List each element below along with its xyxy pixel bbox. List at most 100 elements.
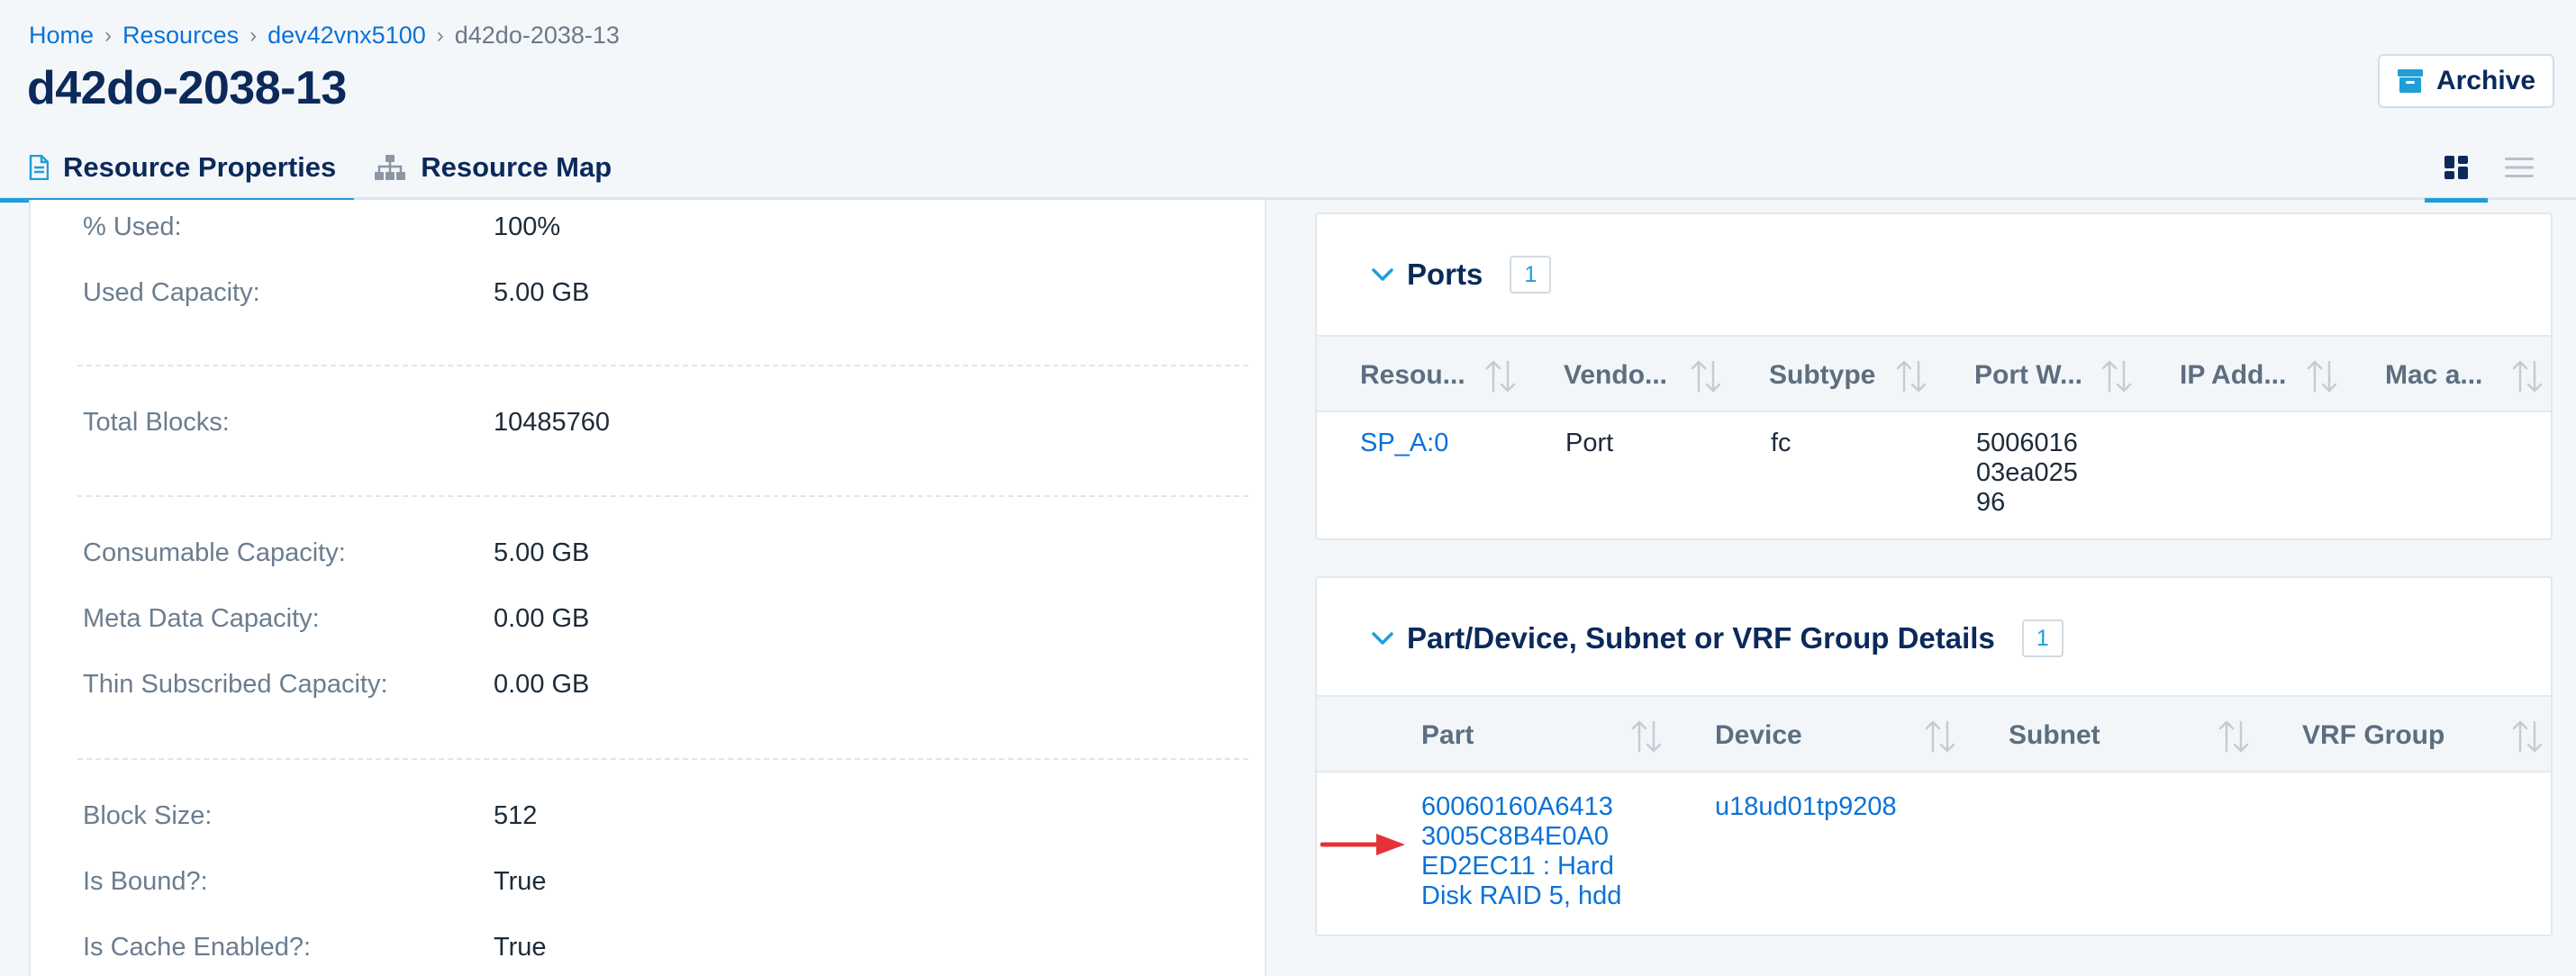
column-label: Part <box>1421 720 1474 750</box>
breadcrumb-resources[interactable]: Resources <box>122 22 239 50</box>
property-row: Total Blocks: 10485760 <box>83 404 1218 440</box>
property-label: Thin Subscribed Capacity: <box>83 669 388 699</box>
column-label: Port W... <box>1974 360 2082 390</box>
sort-icon[interactable] <box>2511 358 2544 394</box>
sort-icon[interactable] <box>1895 358 1927 394</box>
view-toggle <box>2425 135 2551 203</box>
column-header-port-wwn[interactable]: Port W... <box>1974 337 2082 414</box>
column-header-resource[interactable]: Resou... <box>1360 337 1465 414</box>
sort-icon[interactable] <box>2218 718 2250 755</box>
part-device-header[interactable]: Part/Device, Subnet or VRF Group Details… <box>1371 619 2064 657</box>
grid-view-icon <box>2444 156 2468 179</box>
ports-header[interactable]: Ports 1 <box>1371 256 1552 294</box>
section-divider <box>77 495 1248 497</box>
tab-label: Resource Map <box>421 151 612 183</box>
column-header-subnet[interactable]: Subnet <box>2009 697 2100 774</box>
red-arrow-icon <box>1320 834 1405 855</box>
property-row: Block Size: 512 <box>83 798 1218 834</box>
property-value: 5.00 GB <box>494 538 590 567</box>
part-device-card: Part/Device, Subnet or VRF Group Details… <box>1315 576 2553 936</box>
chevron-down-icon <box>1372 632 1393 645</box>
sort-icon[interactable] <box>2100 358 2133 394</box>
column-label: IP Add... <box>2180 360 2287 390</box>
sort-icon[interactable] <box>1690 358 1722 394</box>
sort-icon[interactable] <box>2306 358 2338 394</box>
tab-resource-map[interactable]: Resource Map <box>354 135 630 200</box>
part-cell: 60060160A6413 3005C8B4E0A0 ED2EC11 : Har… <box>1421 792 1621 911</box>
property-label: Is Bound?: <box>83 866 208 896</box>
sort-icon[interactable] <box>1484 358 1517 394</box>
property-label: Is Cache Enabled?: <box>83 932 312 962</box>
column-header-device[interactable]: Device <box>1715 697 1802 774</box>
document-icon <box>29 155 49 180</box>
property-value: 0.00 GB <box>494 603 590 633</box>
wwn-line: 5006016 <box>1976 429 2078 457</box>
section-divider <box>77 758 1248 760</box>
device-cell: u18ud01tp9208 <box>1715 792 1897 822</box>
property-value: 0.00 GB <box>494 669 590 699</box>
sort-icon[interactable] <box>1630 718 1663 755</box>
part-device-title: Part/Device, Subnet or VRF Group Details <box>1407 621 1995 655</box>
breadcrumb-separator: › <box>249 23 258 48</box>
property-label: Meta Data Capacity: <box>83 603 320 633</box>
property-label: Consumable Capacity: <box>83 538 346 567</box>
part-link[interactable]: 60060160A6413 3005C8B4E0A0 ED2EC11 : Har… <box>1421 792 1621 911</box>
breadcrumb-current: d42do-2038-13 <box>454 22 620 49</box>
ports-title: Ports <box>1407 258 1483 291</box>
column-header-vrf-group[interactable]: VRF Group <box>2302 697 2444 774</box>
wwn-line: 03ea025 <box>1976 458 2078 487</box>
column-header-part[interactable]: Part <box>1421 697 1474 774</box>
section-divider <box>77 365 1248 366</box>
property-value: 512 <box>494 800 538 830</box>
property-row: Thin Subscribed Capacity: 0.00 GB <box>83 666 1218 702</box>
column-label: Vendo... <box>1564 360 1668 390</box>
properties-panel: % Used: 100% Used Capacity: 5.00 GB Tota… <box>29 200 1266 976</box>
device-link[interactable]: u18ud01tp9208 <box>1715 792 1897 821</box>
list-view-button[interactable] <box>2488 135 2551 200</box>
ports-count-badge: 1 <box>1510 256 1552 294</box>
archive-button[interactable]: Archive <box>2378 54 2554 108</box>
sort-icon[interactable] <box>2511 718 2544 755</box>
breadcrumb-separator: › <box>436 23 444 48</box>
property-label: Total Blocks: <box>83 407 230 437</box>
port-wwn: 5006016 03ea025 96 <box>1976 429 2078 518</box>
part-device-count-badge: 1 <box>2021 619 2064 657</box>
property-row: Is Bound?: True <box>83 863 1218 899</box>
port-subtype: fc <box>1771 429 1791 457</box>
tab-label: Resource Properties <box>63 151 337 183</box>
column-label: VRF Group <box>2302 720 2445 750</box>
breadcrumb-separator: › <box>104 23 113 48</box>
property-value: True <box>494 866 547 896</box>
column-label: Subtype <box>1769 360 1876 390</box>
property-value: 10485760 <box>494 407 611 437</box>
sitemap-icon <box>375 155 406 180</box>
part-line: Disk RAID 5, hdd <box>1421 881 1622 910</box>
grid-view-button[interactable] <box>2425 135 2488 203</box>
tab-resource-properties[interactable]: Resource Properties <box>0 135 355 203</box>
archive-box-icon <box>2397 69 2423 93</box>
property-label: Block Size: <box>83 800 213 830</box>
column-header-vendor[interactable]: Vendo... <box>1564 337 1667 414</box>
chevron-down-icon <box>1372 268 1393 281</box>
part-line: ED2EC11 : Hard <box>1421 852 1614 881</box>
sort-icon[interactable] <box>1924 718 1956 755</box>
column-header-ip-address[interactable]: IP Add... <box>2180 337 2286 414</box>
breadcrumb-home[interactable]: Home <box>29 22 94 50</box>
ports-card: Ports 1 Resou... Vendo... Subtype Port W… <box>1315 212 2553 540</box>
page-header: Home › Resources › dev42vnx5100 › d42do-… <box>0 0 2576 203</box>
column-label: Subnet <box>2009 720 2100 750</box>
column-header-mac-address[interactable]: Mac a... <box>2385 337 2482 414</box>
part-line: 3005C8B4E0A0 <box>1421 822 1609 851</box>
property-row: % Used: 100% <box>83 209 1218 245</box>
property-value: True <box>494 932 547 962</box>
property-label: Used Capacity: <box>83 277 260 307</box>
archive-label: Archive <box>2435 66 2536 95</box>
property-label: % Used: <box>83 212 182 241</box>
column-header-subtype[interactable]: Subtype <box>1769 337 1875 414</box>
part-line: 60060160A6413 <box>1421 792 1613 821</box>
breadcrumb-parent[interactable]: dev42vnx5100 <box>268 22 426 50</box>
property-row: Consumable Capacity: 5.00 GB <box>83 535 1218 571</box>
property-value: 100% <box>494 212 561 241</box>
wwn-line: 96 <box>1976 488 2006 517</box>
port-resource-link[interactable]: SP_A:0 <box>1360 429 1448 457</box>
